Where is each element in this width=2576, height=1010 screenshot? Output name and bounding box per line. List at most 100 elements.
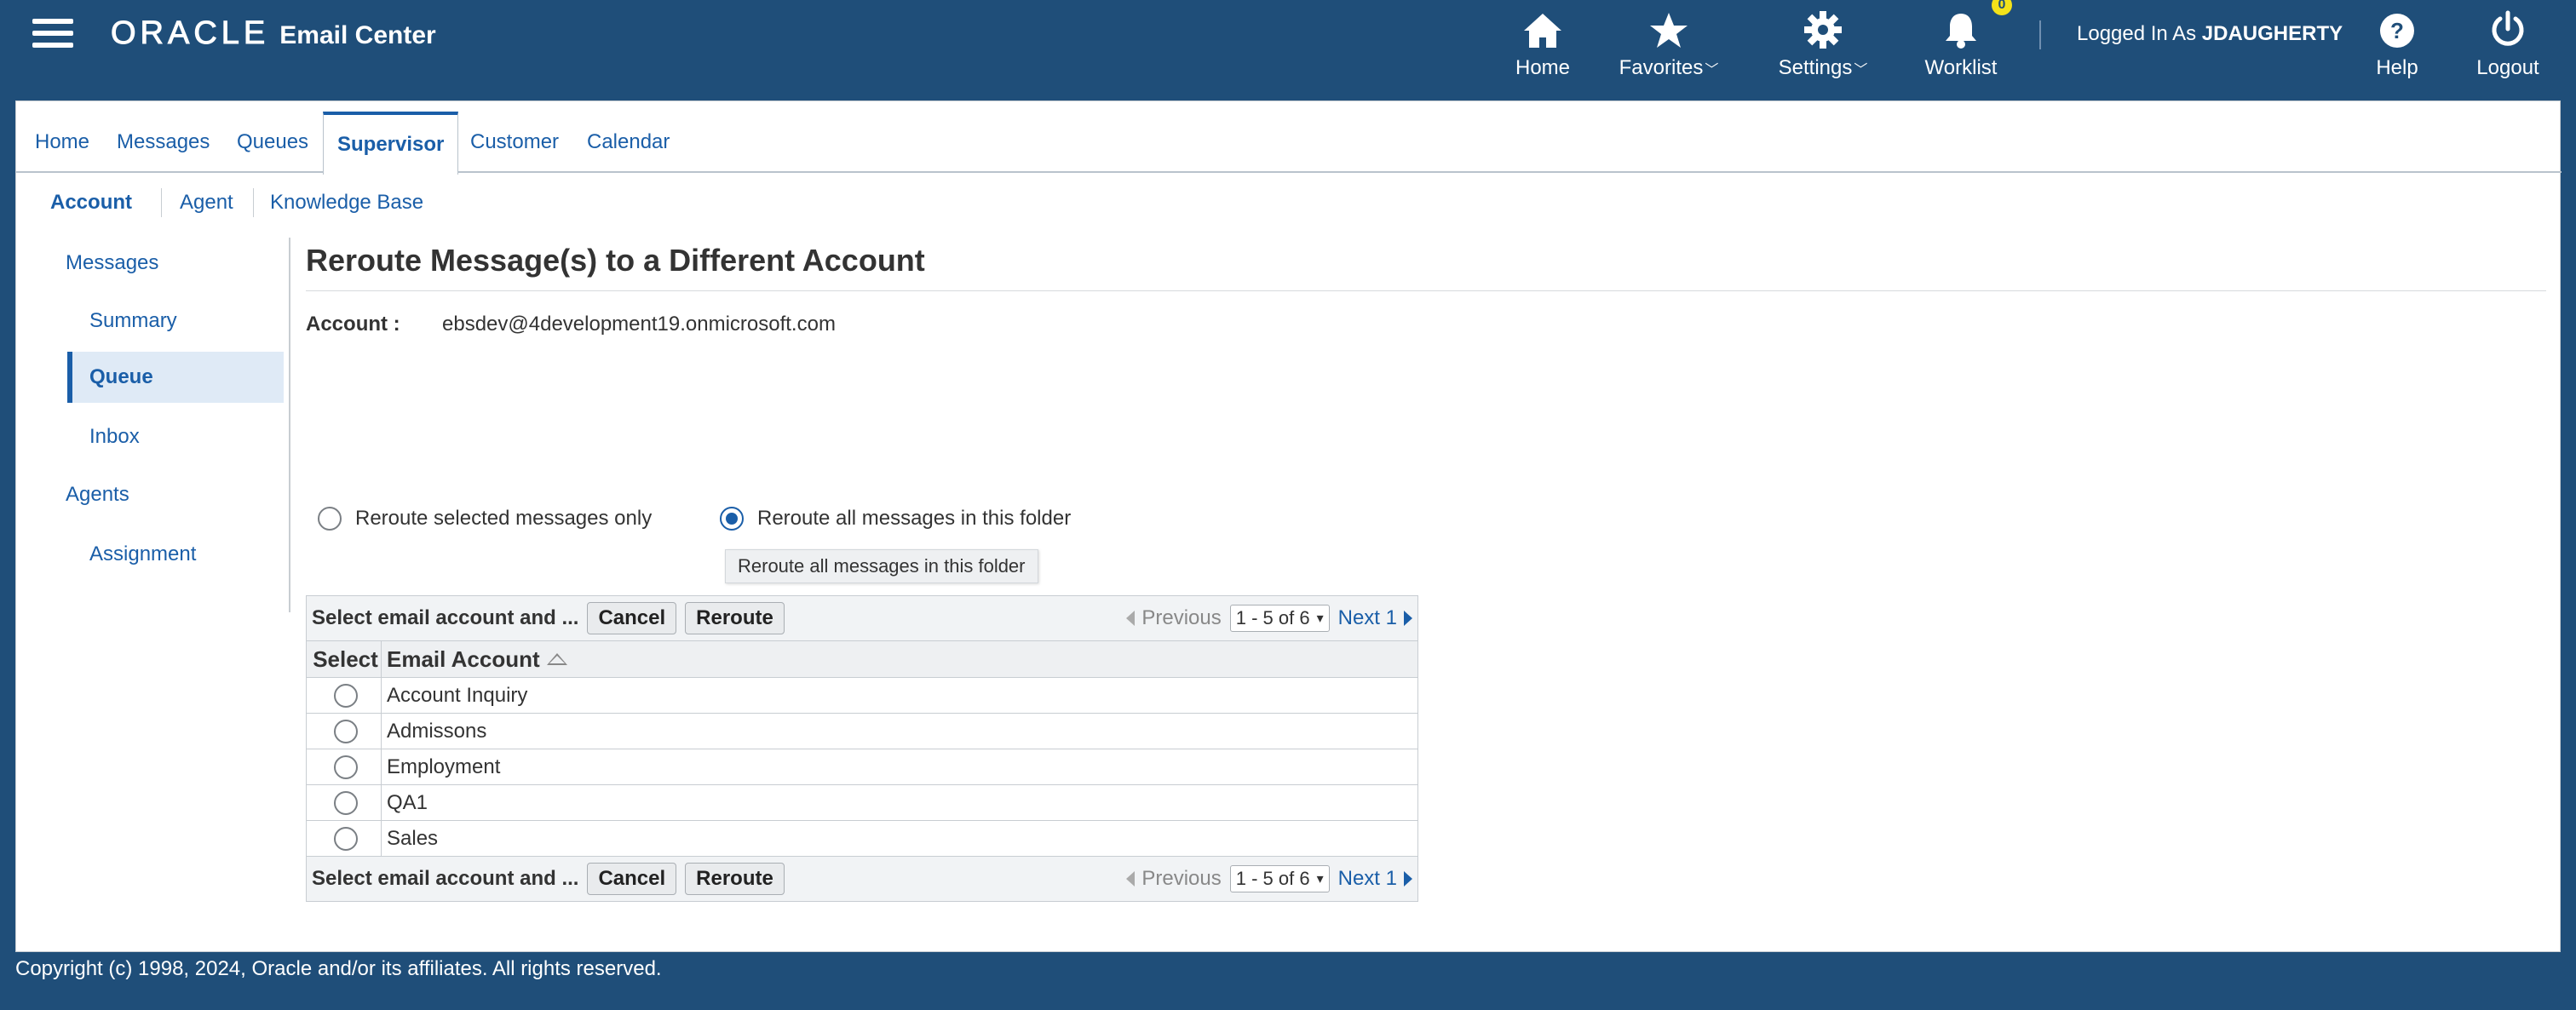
nav-home[interactable]: Home [1504,0,1581,94]
chevron-down-icon: ▾ [1316,872,1324,887]
email-account-table: Select email account and ... Cancel Rero… [306,595,1418,902]
side-navigation: Messages Summary Queue Inbox Agents Assi… [16,238,292,714]
nav-worklist[interactable]: 0 Worklist [1918,0,2012,94]
account-value: ebsdev@4development19.onmicrosoft.com [442,313,836,336]
tooltip: Reroute all messages in this folder [725,549,1038,583]
nav-help-label: Help [2376,56,2418,79]
nav-home-label: Home [1515,56,1571,79]
main-tabs: Home Messages Queues Supervisor Customer… [16,112,2562,175]
row-select-radio[interactable] [333,719,358,743]
nav-settings-label: Settings [1778,56,1853,79]
chevron-down-icon: ▾ [1316,611,1324,626]
table-row: Admissons [307,714,1417,749]
sidenav-agents[interactable]: Agents [66,469,129,520]
previous-arrow-icon [1126,871,1136,887]
row-select-radio[interactable] [333,826,358,851]
sidenav-summary[interactable]: Summary [89,296,177,347]
row-select-radio[interactable] [333,790,358,815]
svg-text:?: ? [2390,18,2404,43]
toolbar-label: Select email account and ... [312,867,579,890]
table-header: Select Email Account [307,640,1417,678]
reroute-button[interactable]: Reroute [685,602,785,634]
tab-home[interactable]: Home [35,112,89,173]
tab-messages[interactable]: Messages [117,112,210,173]
oracle-logo: ORACLE [110,15,270,52]
app-name: Email Center [279,21,436,49]
cancel-button[interactable]: Cancel [587,602,677,634]
sidenav-inbox[interactable]: Inbox [89,411,140,462]
gear-icon [1803,0,1843,49]
next-arrow-icon [1404,611,1412,626]
bell-icon: 0 [1942,0,2012,49]
table-row: Sales [307,821,1417,857]
nav-logout-label: Logout [2476,56,2539,79]
star-icon [1649,0,1688,49]
email-account-cell: Account Inquiry [387,683,528,707]
email-account-cell: Admissons [387,719,487,743]
tab-customer[interactable]: Customer [470,112,559,173]
sidenav-divider [289,238,290,612]
home-icon [1522,0,1563,49]
app-logo: ORACLE Email Center [110,15,436,56]
toolbar-label: Select email account and ... [312,606,579,629]
header-bar: ORACLE Email Center Home Favorites ﹀ Set… [0,0,2576,102]
subtab-agent[interactable]: Agent [180,183,233,222]
option-reroute-selected[interactable]: Reroute selected messages only [318,507,652,531]
next-arrow-icon [1404,871,1412,887]
sidenav-messages[interactable]: Messages [66,238,158,289]
header-divider [2039,20,2041,49]
previous-link: Previous [1126,867,1222,891]
sort-ascending-icon[interactable] [546,653,567,665]
email-account-cell: Sales [387,826,439,850]
chevron-down-icon: ﹀ [1705,63,1719,77]
range-select[interactable]: 1 - 5 of 6 ▾ [1229,605,1330,632]
previous-arrow-icon [1126,611,1136,626]
nav-logout[interactable]: Logout [2467,0,2549,94]
tab-queues[interactable]: Queues [237,112,308,173]
worklist-badge: 0 [1992,0,2012,15]
sidenav-assignment[interactable]: Assignment [89,529,196,580]
range-select[interactable]: 1 - 5 of 6 ▾ [1229,865,1330,892]
hamburger-menu-icon[interactable] [32,19,73,48]
pagination: Previous 1 - 5 of 6 ▾ Next 1 [1126,857,1412,901]
subtab-divider [253,188,254,217]
reroute-selected-radio[interactable] [318,507,342,531]
nav-favorites-label: Favorites [1619,56,1704,79]
col-select-header: Select [307,641,382,677]
title-divider [306,290,2546,291]
reroute-all-label: Reroute all messages in this folder [757,507,1072,530]
email-account-cell: Employment [387,755,501,778]
logged-in-text: Logged In As JDAUGHERTY [2077,22,2343,46]
subtab-divider [161,188,162,217]
tab-supervisor[interactable]: Supervisor [323,112,459,175]
reroute-all-radio[interactable] [720,507,744,531]
nav-favorites[interactable]: Favorites ﹀ [1613,0,1724,94]
account-label: Account : [306,313,400,336]
table-row: Employment [307,749,1417,785]
table-row: QA1 [307,785,1417,821]
col-email-account-header[interactable]: Email Account [382,641,1417,677]
row-select-radio[interactable] [333,755,358,779]
cancel-button[interactable]: Cancel [587,863,677,895]
page-title: Reroute Message(s) to a Different Accoun… [306,243,925,278]
help-icon: ? [2378,0,2416,49]
reroute-button[interactable]: Reroute [685,863,785,895]
previous-link: Previous [1126,606,1222,630]
copyright-footer: Copyright (c) 1998, 2024, Oracle and/or … [15,957,662,980]
email-account-cell: QA1 [387,790,428,814]
sidenav-queue[interactable]: Queue [67,352,284,403]
nav-settings[interactable]: Settings ﹀ [1772,0,1874,94]
subtab-knowledge-base[interactable]: Knowledge Base [270,183,423,222]
table-toolbar-top: Select email account and ... Cancel Rero… [307,596,1417,640]
logged-in-prefix: Logged In As [2077,22,2197,45]
row-select-radio[interactable] [333,683,358,708]
nav-help[interactable]: ? Help [2360,0,2435,94]
tab-calendar[interactable]: Calendar [587,112,670,173]
next-link[interactable]: Next 1 [1338,606,1412,630]
table-row: Account Inquiry [307,678,1417,714]
main-panel: Home Messages Queues Supervisor Customer… [15,100,2562,952]
option-reroute-all[interactable]: Reroute all messages in this folder [720,507,1071,531]
subtab-account[interactable]: Account [50,183,132,222]
nav-worklist-label: Worklist [1924,56,1998,79]
next-link[interactable]: Next 1 [1338,867,1412,891]
